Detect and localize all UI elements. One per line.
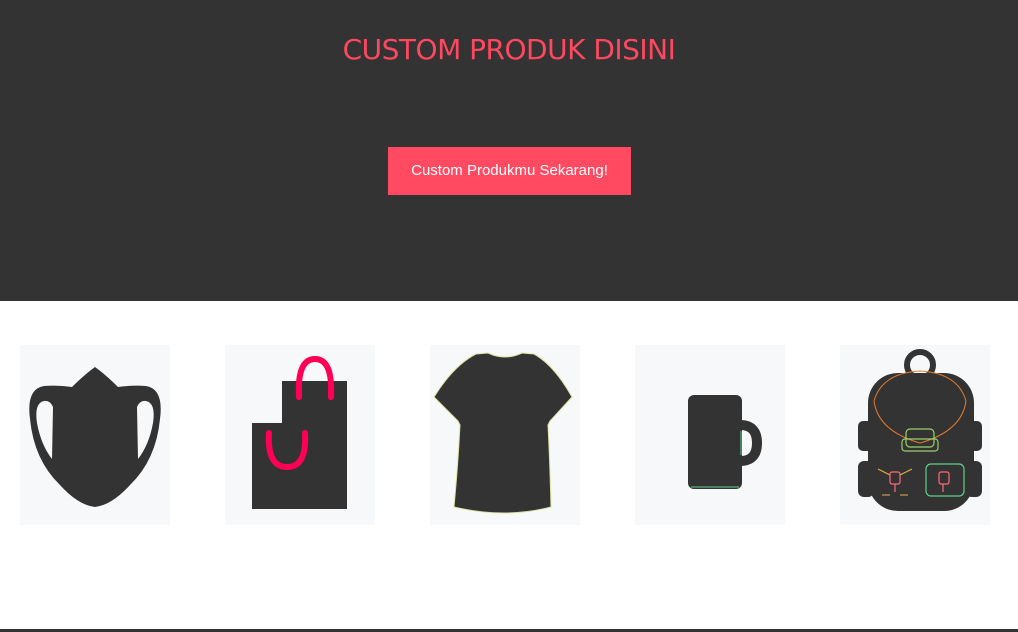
custom-product-button[interactable]: Custom Produkmu Sekarang! [388, 147, 631, 195]
hero-banner: CUSTOM PRODUK DISINI Custom Produkmu Sek… [0, 0, 1018, 301]
t-shirt-icon [433, 352, 573, 514]
face-mask-icon [29, 367, 161, 507]
mug-icon [688, 395, 763, 489]
product-tile-mug[interactable] [635, 345, 785, 525]
hero-title: CUSTOM PRODUK DISINI [342, 33, 676, 66]
product-tile-shopping-bag[interactable] [225, 345, 375, 525]
backpack-icon [858, 349, 982, 511]
product-tile-mask[interactable] [20, 345, 170, 525]
product-tile-backpack[interactable] [840, 345, 990, 525]
product-tile-tshirt[interactable] [430, 345, 580, 525]
shopping-bag-icon [252, 355, 347, 509]
